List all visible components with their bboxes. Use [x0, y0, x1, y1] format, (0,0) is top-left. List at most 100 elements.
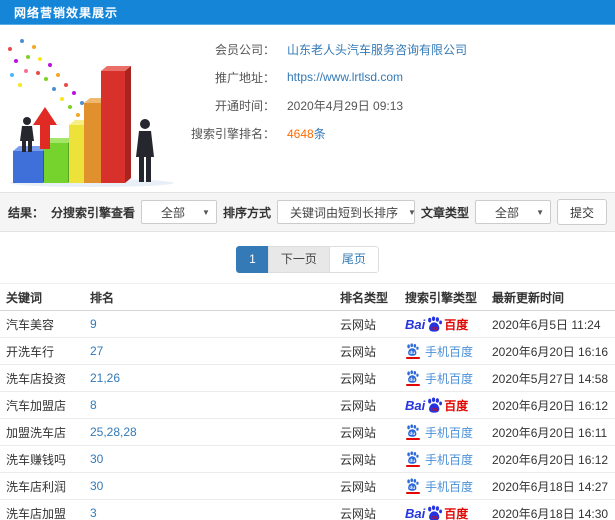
results-table: 关键词 排名 排名类型 搜索引擎类型 最新更新时间 汽车美容 9 云网站 Bai d… [0, 283, 615, 520]
member-company-label: 会员公司： [214, 42, 275, 57]
table-row: 洗车赚钱吗 30 云网站 du 手机百度 2020年6月20日 16:12 [0, 445, 615, 473]
updated-time-cell: 2020年5月27日 14:58 [492, 364, 615, 392]
mobile-baidu-paw-icon: du [405, 424, 420, 440]
open-time-value: 2020年4月29日 09:13 [287, 98, 404, 113]
updated-time-cell: 2020年6月18日 14:30 [492, 499, 615, 520]
mobile-baidu-icon: du 手机百度 [405, 343, 473, 360]
chevron-down-icon: ▼ [536, 207, 544, 217]
page-title: 网络营销效果展示 [14, 5, 119, 20]
businessman-right [136, 119, 154, 182]
rank-type-cell: 云网站 [340, 337, 405, 365]
rank-cell: 25,28,28 [90, 418, 340, 446]
engine-type-cell: du 手机百度 [405, 445, 492, 473]
keyword-cell: 洗车赚钱吗 [0, 445, 90, 473]
result-label: 结果： [8, 205, 45, 220]
engine-filter-value: 全部 [160, 205, 185, 220]
baidu-paw-icon: du [428, 397, 443, 413]
baidu-logo-bai-text: Bai [405, 506, 426, 520]
pagination-wrap: 1 下一页 尾页 [0, 246, 615, 273]
engine-type-cell: du 手机百度 [405, 337, 492, 365]
mobile-baidu-icon: du 手机百度 [405, 424, 473, 441]
field-engine-rank: 搜索引擎排名： 4648条 [185, 123, 467, 143]
pagination: 1 下一页 尾页 [236, 246, 379, 273]
keyword-cell: 洗车店加盟 [0, 499, 90, 520]
info-section: 会员公司： 山东老人头汽车服务咨询有限公司 推广地址： https://www.… [0, 25, 615, 190]
rank-link[interactable]: 30 [90, 452, 103, 466]
chevron-down-icon: ▼ [202, 207, 210, 217]
baidu-logo-bai-text: Bai [405, 317, 426, 332]
rank-link[interactable]: 8 [90, 398, 97, 412]
engine-rank-value: 4648条 [287, 125, 326, 142]
header-rank-type: 排名类型 [340, 283, 405, 311]
growth-chart-illustration-svg [8, 39, 174, 187]
keyword-cell: 洗车店投资 [0, 364, 90, 392]
rank-cell: 21,26 [90, 364, 340, 392]
header-updated: 最新更新时间 [492, 283, 615, 311]
mobile-baidu-icon: du 手机百度 [405, 478, 473, 495]
mobile-baidu-paw-icon: du [405, 478, 420, 494]
rank-type-cell: 云网站 [340, 310, 405, 338]
company-info-fields: 会员公司： 山东老人头汽车服务咨询有限公司 推广地址： https://www.… [185, 31, 467, 190]
keyword-cell: 洗车店利润 [0, 472, 90, 500]
chevron-down-icon: ▼ [407, 207, 416, 217]
engine-rank-count: 4648 [287, 126, 314, 141]
article-type-select[interactable]: 全部 ▼ [474, 200, 551, 224]
mobile-baidu-label: 手机百度 [425, 425, 474, 440]
last-page-button[interactable]: 尾页 [328, 246, 379, 273]
mobile-baidu-label: 手机百度 [425, 452, 474, 467]
bar-red [101, 66, 131, 183]
rank-type-cell: 云网站 [340, 499, 405, 520]
rank-type-cell: 云网站 [340, 418, 405, 446]
sort-filter-label: 排序方式 [222, 205, 271, 220]
baidu-logo-cn-text: 百度 [444, 318, 469, 332]
svg-text:du: du [409, 377, 415, 382]
svg-text:du: du [431, 515, 439, 520]
table-header-row: 关键词 排名 排名类型 搜索引擎类型 最新更新时间 [0, 283, 615, 311]
table-row: 汽车美容 9 云网站 Bai du 百度 2020年6月5日 11:24 [0, 310, 615, 338]
growth-chart-illustration [0, 31, 185, 189]
engine-filter-select[interactable]: 全部 ▼ [140, 200, 217, 224]
promo-url-link[interactable]: https://www.lrtlsd.com [287, 70, 403, 84]
next-page-button[interactable]: 下一页 [267, 246, 330, 273]
rank-link[interactable]: 3 [90, 506, 97, 520]
field-open-time: 开通时间： 2020年4月29日 09:13 [185, 95, 467, 115]
page-1-button[interactable]: 1 [236, 246, 269, 273]
member-company-link[interactable]: 山东老人头汽车服务咨询有限公司 [287, 41, 467, 58]
baidu-logo-bai-text: Bai [405, 398, 426, 413]
updated-time-cell: 2020年6月20日 16:11 [492, 418, 615, 446]
rank-cell: 3 [90, 499, 340, 520]
sort-filter-value: 关键词由短到长排序 [289, 205, 398, 220]
keyword-cell: 加盟洗车店 [0, 418, 90, 446]
submit-button[interactable]: 提交 [556, 199, 607, 225]
svg-text:du: du [409, 431, 415, 436]
mobile-baidu-underline [405, 465, 420, 467]
mobile-baidu-icon: du 手机百度 [405, 451, 473, 468]
mobile-baidu-label: 手机百度 [425, 344, 474, 359]
mobile-baidu-icon: du 手机百度 [405, 370, 473, 387]
rank-link[interactable]: 30 [90, 479, 103, 493]
svg-text:du: du [409, 350, 415, 355]
sort-filter-select[interactable]: 关键词由短到长排序 ▼ [276, 200, 416, 224]
svg-text:du: du [431, 326, 439, 332]
updated-time-cell: 2020年6月20日 16:12 [492, 445, 615, 473]
mobile-baidu-underline [405, 492, 420, 494]
updated-time-cell: 2020年6月5日 11:24 [492, 310, 615, 338]
engine-type-cell: du 手机百度 [405, 472, 492, 500]
engine-type-cell: du 手机百度 [405, 364, 492, 392]
rank-link[interactable]: 9 [90, 317, 97, 331]
baidu-logo: Bai du 百度 [405, 316, 468, 332]
filter-bar: 结果： 分搜索引擎查看 全部 ▼ 排序方式 关键词由短到长排序 ▼ 文章类型 全… [0, 192, 615, 232]
rank-type-cell: 云网站 [340, 364, 405, 392]
keyword-cell: 开洗车行 [0, 337, 90, 365]
rank-link[interactable]: 21,26 [90, 371, 120, 385]
engine-type-cell: Bai du 百度 [405, 499, 492, 520]
article-type-value: 全部 [495, 205, 520, 220]
mobile-baidu-label: 手机百度 [425, 371, 474, 386]
filter-controls: 分搜索引擎查看 全部 ▼ 排序方式 关键词由短到长排序 ▼ 文章类型 全部 ▼ … [51, 199, 607, 225]
svg-text:du: du [431, 407, 439, 413]
rank-link[interactable]: 27 [90, 344, 103, 358]
baidu-logo-cn-text: 百度 [444, 399, 469, 413]
rank-link[interactable]: 25,28,28 [90, 425, 137, 439]
mobile-baidu-label: 手机百度 [425, 479, 474, 494]
mobile-baidu-paw-icon: du [405, 343, 420, 359]
